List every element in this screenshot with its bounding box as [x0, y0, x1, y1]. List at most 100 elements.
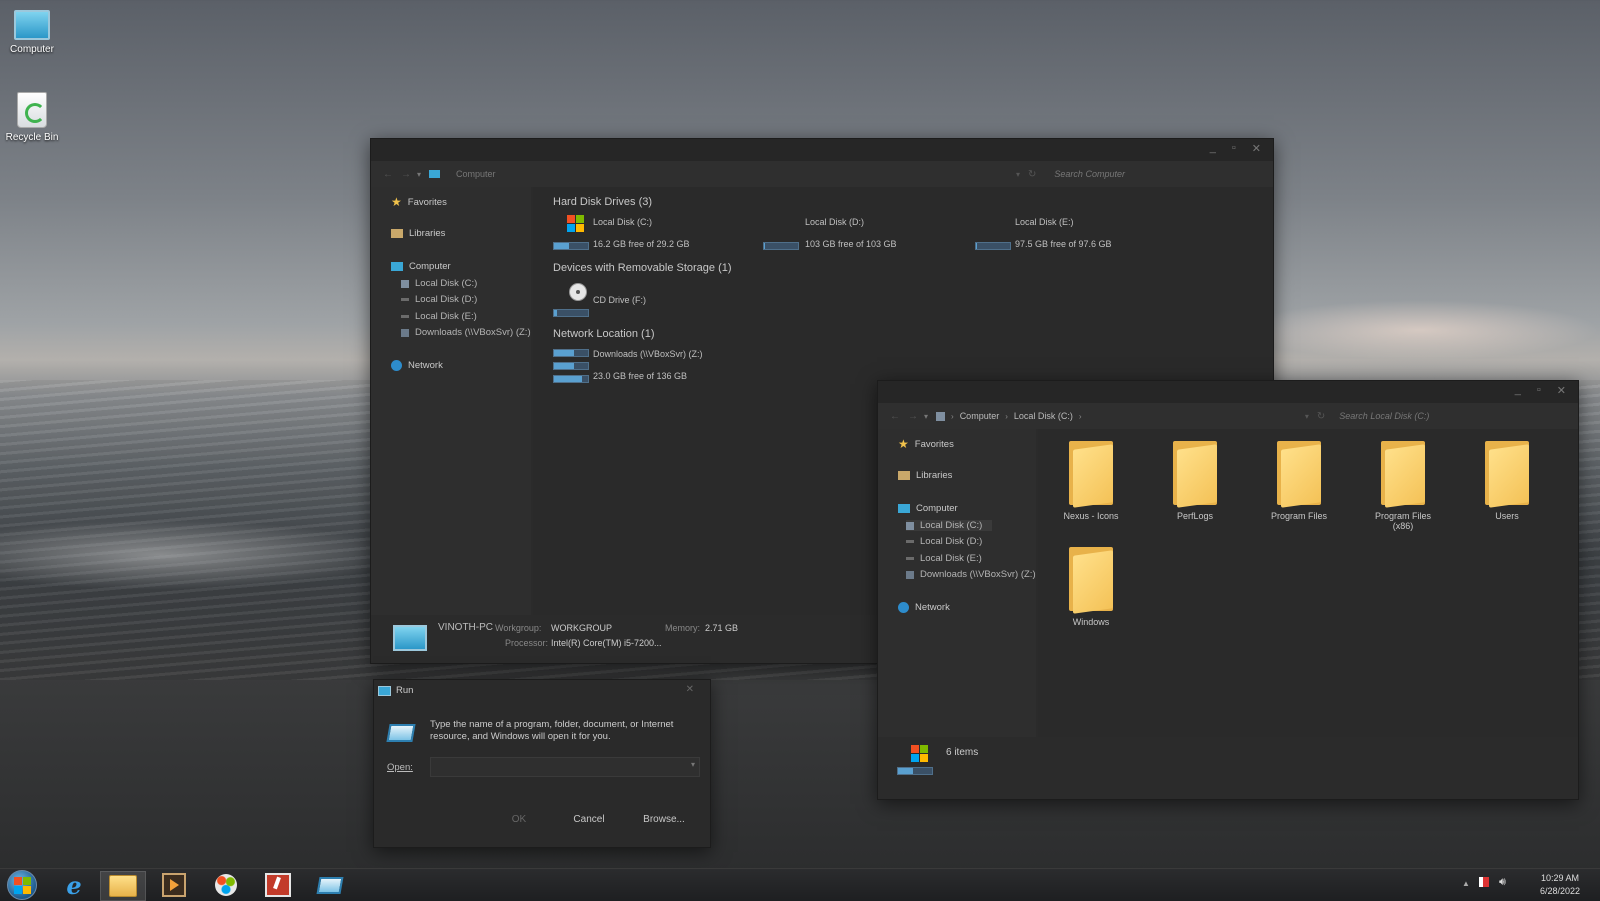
processor-label: Processor: — [505, 638, 549, 648]
nav-computer[interactable]: Computer — [391, 261, 451, 272]
taskbar-media-player[interactable] — [152, 871, 196, 899]
nav-favorites[interactable]: ★ Favorites — [898, 437, 954, 451]
breadcrumb-computer[interactable]: Computer — [960, 411, 1000, 421]
windows-logo-icon — [567, 215, 584, 232]
folder-item[interactable]: PerfLogs — [1150, 441, 1240, 521]
close-icon[interactable]: ✕ — [1252, 142, 1261, 155]
cancel-button[interactable]: Cancel — [557, 814, 621, 825]
item-count: 6 items — [946, 747, 979, 758]
maximize-icon[interactable]: ▫ — [1537, 384, 1541, 397]
nav-label: Libraries — [916, 470, 953, 481]
taskbar-snipping-tool[interactable] — [256, 871, 300, 899]
nav-libraries[interactable]: Libraries — [898, 470, 952, 481]
clock[interactable]: 10:29 AM 6/28/2022 — [1530, 872, 1590, 898]
forward-icon[interactable]: → — [401, 169, 411, 180]
cd-drive-icon — [569, 283, 587, 301]
nav-network[interactable]: Network — [391, 360, 443, 371]
run-description: Type the name of a program, folder, docu… — [430, 719, 674, 742]
chevron-down-icon[interactable]: ▾ — [691, 760, 695, 769]
open-label: Open: — [387, 762, 413, 773]
nav-local-disk-e[interactable]: Local Disk (E:) — [401, 311, 477, 322]
show-hidden-icons-icon[interactable]: ▲ — [1462, 879, 1470, 888]
group-hard-disk-drives[interactable]: Hard Disk Drives (3) — [553, 196, 652, 208]
browse-button[interactable]: Browse... — [629, 814, 699, 825]
nav-local-disk-c[interactable]: Local Disk (C:) — [906, 520, 993, 531]
nav-downloads-z[interactable]: Downloads (\\VBoxSvr) (Z:) — [906, 569, 1036, 580]
nav-downloads-z[interactable]: Downloads (\\VBoxSvr) (Z:) — [401, 327, 531, 338]
forward-icon[interactable]: → — [908, 411, 918, 422]
nav-local-disk-e[interactable]: Local Disk (E:) — [906, 553, 982, 564]
minimize-icon[interactable]: _ — [1210, 142, 1216, 155]
address-text[interactable]: Computer — [456, 169, 1016, 179]
folder-item[interactable]: Program Files (x86) — [1358, 441, 1448, 531]
nav-network[interactable]: Network — [898, 602, 950, 613]
open-combobox[interactable]: ▾ — [430, 757, 700, 777]
breadcrumb-separator-icon[interactable]: › — [1079, 412, 1305, 421]
run-titlebar[interactable]: Run ✕ — [374, 680, 710, 702]
refresh-icon[interactable]: ↻ — [1028, 169, 1036, 180]
search-input[interactable]: Search Computer — [1054, 169, 1125, 179]
minimize-icon[interactable]: _ — [1515, 384, 1521, 397]
folder-label: Nexus - Icons — [1063, 511, 1119, 521]
close-icon[interactable]: ✕ — [1557, 384, 1566, 397]
folder-icon — [1173, 441, 1217, 508]
windows-drive-icon — [401, 279, 409, 288]
refresh-icon[interactable]: ↻ — [1317, 411, 1325, 422]
run-app-icon — [386, 724, 416, 742]
address-dropdown-icon[interactable]: ▾ — [1016, 170, 1020, 179]
localdisk-content: Nexus - Icons PerfLogs Program Files Pro… — [1038, 429, 1578, 737]
taskbar-internet-explorer[interactable]: e — [52, 870, 96, 900]
breadcrumb-separator-icon[interactable]: › — [951, 412, 954, 421]
ok-button[interactable]: OK — [489, 814, 549, 825]
drive-name: Local Disk (E:) — [1015, 217, 1074, 227]
group-removable-storage[interactable]: Devices with Removable Storage (1) — [553, 262, 732, 274]
nav-computer[interactable]: Computer — [898, 503, 958, 514]
pc-name: VINOTH-PC — [438, 622, 493, 633]
desktop-icon-recycle-bin[interactable]: Recycle Bin — [0, 92, 64, 143]
folder-item[interactable]: Windows — [1046, 547, 1136, 627]
folder-item[interactable]: Nexus - Icons — [1046, 441, 1136, 521]
recent-dropdown-icon[interactable]: ▾ — [417, 170, 421, 179]
address-dropdown-icon[interactable]: ▾ — [1305, 412, 1309, 421]
action-center-flag-icon[interactable] — [1479, 877, 1489, 887]
desktop-icon-label: Computer — [10, 44, 54, 55]
star-icon: ★ — [898, 437, 909, 451]
folder-item[interactable]: Users — [1462, 441, 1552, 521]
close-icon[interactable]: ✕ — [686, 684, 694, 695]
computer-window-titlebar[interactable]: _ ▫ ✕ — [371, 139, 1273, 161]
taskbar-file-explorer[interactable] — [100, 871, 146, 901]
breadcrumb-separator-icon[interactable]: › — [1005, 412, 1008, 421]
recent-dropdown-icon[interactable]: ▾ — [924, 412, 928, 421]
workgroup-value: WORKGROUP — [551, 623, 613, 633]
start-button[interactable] — [0, 870, 44, 900]
back-icon[interactable]: ← — [890, 411, 900, 422]
drive-usage-bar — [975, 242, 1011, 250]
localdisk-window-titlebar[interactable]: _ ▫ ✕ — [878, 381, 1578, 403]
drive-usage-bar — [553, 375, 589, 383]
run-icon — [316, 876, 344, 894]
nav-local-disk-d[interactable]: Local Disk (D:) — [401, 294, 477, 305]
folder-item[interactable]: Program Files — [1254, 441, 1344, 521]
run-icon — [378, 686, 391, 696]
computer-monitor-icon — [393, 625, 427, 651]
internet-explorer-icon: e — [66, 870, 82, 900]
folder-icon — [1069, 547, 1113, 614]
desktop-icon-computer[interactable]: Computer — [0, 10, 64, 55]
snipping-tool-icon — [265, 873, 291, 897]
taskbar-run[interactable] — [308, 871, 352, 899]
search-input[interactable]: Search Local Disk (C:) — [1339, 411, 1429, 421]
folder-icon — [1381, 441, 1425, 508]
nav-favorites[interactable]: ★ Favorites — [391, 195, 447, 209]
taskbar-paint[interactable] — [204, 871, 248, 899]
drive-icon — [401, 298, 409, 301]
breadcrumb-local-disk[interactable]: Local Disk (C:) — [1014, 411, 1073, 421]
nav-local-disk-d[interactable]: Local Disk (D:) — [906, 536, 982, 547]
workgroup-label: Workgroup: — [495, 623, 542, 633]
folder-label: Program Files — [1270, 511, 1327, 521]
volume-icon[interactable]: 🔊︎ — [1499, 876, 1506, 889]
nav-local-disk-c[interactable]: Local Disk (C:) — [401, 278, 477, 289]
nav-libraries[interactable]: Libraries — [391, 228, 445, 239]
group-network-location[interactable]: Network Location (1) — [553, 328, 655, 340]
back-icon[interactable]: ← — [383, 169, 393, 180]
maximize-icon[interactable]: ▫ — [1232, 142, 1236, 155]
